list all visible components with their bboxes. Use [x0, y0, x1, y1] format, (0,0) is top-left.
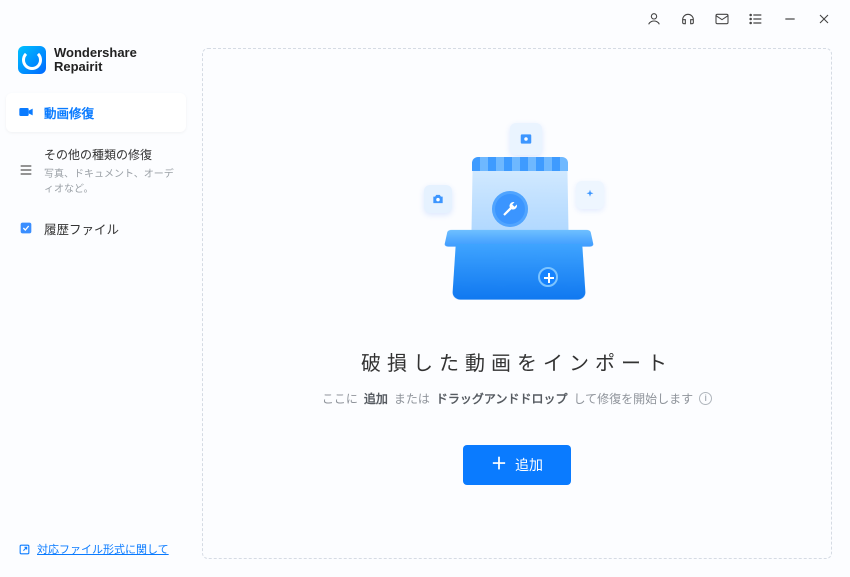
content: 破損した動画をインポート ここに 追加 または ドラッグアンドドロップ して修復… — [192, 38, 850, 577]
sidebar-item-history[interactable]: 履歴ファイル — [6, 209, 186, 248]
close-icon[interactable] — [816, 11, 832, 27]
menu-list-icon[interactable] — [748, 11, 764, 27]
external-link-icon — [18, 543, 31, 556]
history-check-icon — [18, 220, 34, 236]
supported-formats-link[interactable]: 対応ファイル形式に関して — [18, 541, 176, 557]
sidebar-item-other-repair[interactable]: その他の種類の修復 写真、ドキュメント、オーディオなど。 — [6, 136, 186, 205]
add-button[interactable]: ＋ 追加 — [463, 445, 571, 485]
sidebar-item-label: その他の種類の修復 — [44, 146, 174, 163]
sparkle-icon — [576, 181, 604, 209]
info-icon[interactable]: i — [699, 392, 712, 405]
plus-icon: ＋ — [491, 457, 507, 473]
brand: Wondershare Repairit — [6, 44, 186, 93]
box-plus-icon — [538, 267, 558, 287]
minimize-icon[interactable] — [782, 11, 798, 27]
wrench-icon — [492, 191, 528, 227]
sidebar-item-label: 動画修復 — [44, 103, 94, 122]
photo-icon — [510, 123, 542, 155]
account-icon[interactable] — [646, 11, 662, 27]
import-dropzone[interactable]: 破損した動画をインポート ここに 追加 または ドラッグアンドドロップ して修復… — [202, 48, 832, 559]
video-icon — [18, 104, 34, 120]
import-illustration — [412, 113, 622, 313]
supported-formats-label: 対応ファイル形式に関して — [37, 541, 169, 557]
add-button-label: 追加 — [515, 455, 543, 475]
camera-icon — [424, 185, 452, 213]
sidebar-item-subtitle: 写真、ドキュメント、オーディオなど。 — [44, 165, 174, 195]
sidebar-item-label: 履歴ファイル — [44, 219, 119, 238]
brand-logo-icon — [18, 46, 46, 74]
import-headline: 破損した動画をインポート — [361, 347, 673, 376]
headset-icon[interactable] — [680, 11, 696, 27]
sidebar: Wondershare Repairit 動画修復 その他の種類の修復 写真、ド… — [0, 38, 192, 577]
list-icon — [18, 162, 34, 178]
brand-name: Wondershare Repairit — [54, 46, 137, 75]
titlebar — [0, 0, 850, 38]
mail-icon[interactable] — [714, 11, 730, 27]
import-subline: ここに 追加 または ドラッグアンドドロップ して修復を開始します i — [322, 390, 712, 407]
sidebar-item-video-repair[interactable]: 動画修復 — [6, 93, 186, 132]
